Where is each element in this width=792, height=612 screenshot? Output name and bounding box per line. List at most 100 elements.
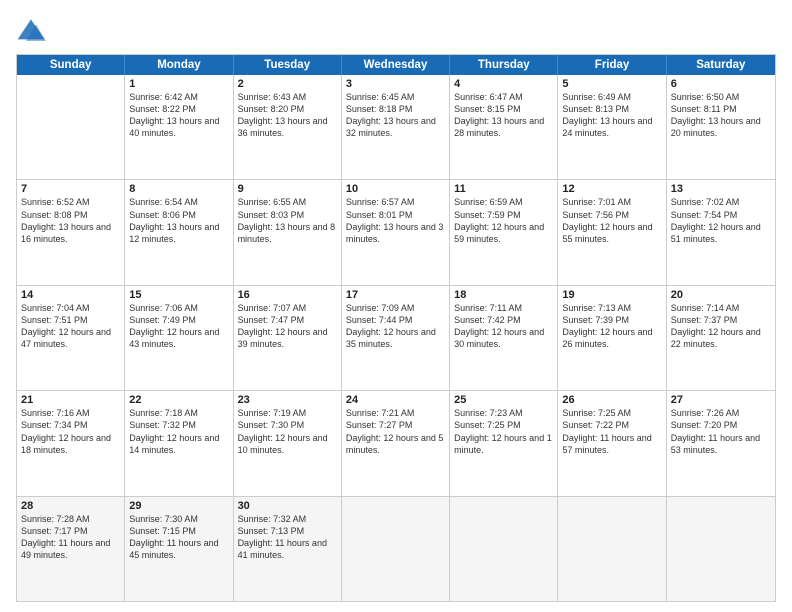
day-number: 9 (238, 183, 337, 195)
calendar-cell-9: 9 Sunrise: 6:55 AMSunset: 8:03 PMDayligh… (234, 180, 342, 284)
header-day-wednesday: Wednesday (342, 55, 450, 75)
day-number: 4 (454, 78, 553, 90)
calendar-cell-24: 24 Sunrise: 7:21 AMSunset: 7:27 PMDaylig… (342, 391, 450, 495)
day-number: 11 (454, 183, 553, 195)
header-day-friday: Friday (558, 55, 666, 75)
cell-info: Sunrise: 7:13 AMSunset: 7:39 PMDaylight:… (562, 302, 661, 351)
cell-info: Sunrise: 6:49 AMSunset: 8:13 PMDaylight:… (562, 91, 661, 140)
day-number: 15 (129, 289, 228, 301)
calendar-row-1: 1 Sunrise: 6:42 AMSunset: 8:22 PMDayligh… (17, 75, 775, 179)
cell-info: Sunrise: 7:14 AMSunset: 7:37 PMDaylight:… (671, 302, 771, 351)
cell-info: Sunrise: 7:07 AMSunset: 7:47 PMDaylight:… (238, 302, 337, 351)
calendar-row-3: 14 Sunrise: 7:04 AMSunset: 7:51 PMDaylig… (17, 285, 775, 390)
calendar-cell-28: 28 Sunrise: 7:28 AMSunset: 7:17 PMDaylig… (17, 497, 125, 601)
calendar-cell-27: 27 Sunrise: 7:26 AMSunset: 7:20 PMDaylig… (667, 391, 775, 495)
cell-info: Sunrise: 7:04 AMSunset: 7:51 PMDaylight:… (21, 302, 120, 351)
calendar-cell-empty-4-3 (342, 497, 450, 601)
cell-info: Sunrise: 6:45 AMSunset: 8:18 PMDaylight:… (346, 91, 445, 140)
header-day-sunday: Sunday (17, 55, 125, 75)
calendar-cell-26: 26 Sunrise: 7:25 AMSunset: 7:22 PMDaylig… (558, 391, 666, 495)
cell-info: Sunrise: 6:54 AMSunset: 8:06 PMDaylight:… (129, 196, 228, 245)
day-number: 12 (562, 183, 661, 195)
calendar-cell-12: 12 Sunrise: 7:01 AMSunset: 7:56 PMDaylig… (558, 180, 666, 284)
cell-info: Sunrise: 7:16 AMSunset: 7:34 PMDaylight:… (21, 407, 120, 456)
cell-info: Sunrise: 7:32 AMSunset: 7:13 PMDaylight:… (238, 513, 337, 562)
day-number: 1 (129, 78, 228, 90)
calendar-cell-22: 22 Sunrise: 7:18 AMSunset: 7:32 PMDaylig… (125, 391, 233, 495)
calendar-cell-18: 18 Sunrise: 7:11 AMSunset: 7:42 PMDaylig… (450, 286, 558, 390)
calendar-body: 1 Sunrise: 6:42 AMSunset: 8:22 PMDayligh… (17, 75, 775, 601)
cell-info: Sunrise: 6:47 AMSunset: 8:15 PMDaylight:… (454, 91, 553, 140)
day-number: 19 (562, 289, 661, 301)
cell-info: Sunrise: 7:30 AMSunset: 7:15 PMDaylight:… (129, 513, 228, 562)
logo (16, 16, 50, 46)
day-number: 28 (21, 500, 120, 512)
cell-info: Sunrise: 6:42 AMSunset: 8:22 PMDaylight:… (129, 91, 228, 140)
day-number: 27 (671, 394, 771, 406)
cell-info: Sunrise: 6:57 AMSunset: 8:01 PMDaylight:… (346, 196, 445, 245)
cell-info: Sunrise: 7:19 AMSunset: 7:30 PMDaylight:… (238, 407, 337, 456)
calendar-cell-10: 10 Sunrise: 6:57 AMSunset: 8:01 PMDaylig… (342, 180, 450, 284)
day-number: 24 (346, 394, 445, 406)
cell-info: Sunrise: 6:50 AMSunset: 8:11 PMDaylight:… (671, 91, 771, 140)
day-number: 7 (21, 183, 120, 195)
calendar-cell-empty-4-5 (558, 497, 666, 601)
header-day-tuesday: Tuesday (234, 55, 342, 75)
calendar-cell-2: 2 Sunrise: 6:43 AMSunset: 8:20 PMDayligh… (234, 75, 342, 179)
cell-info: Sunrise: 6:52 AMSunset: 8:08 PMDaylight:… (21, 196, 120, 245)
calendar-cell-empty-0-0 (17, 75, 125, 179)
cell-info: Sunrise: 7:25 AMSunset: 7:22 PMDaylight:… (562, 407, 661, 456)
logo-icon (16, 16, 46, 46)
day-number: 26 (562, 394, 661, 406)
day-number: 21 (21, 394, 120, 406)
cell-info: Sunrise: 6:55 AMSunset: 8:03 PMDaylight:… (238, 196, 337, 245)
day-number: 5 (562, 78, 661, 90)
header-day-monday: Monday (125, 55, 233, 75)
day-number: 23 (238, 394, 337, 406)
calendar-cell-3: 3 Sunrise: 6:45 AMSunset: 8:18 PMDayligh… (342, 75, 450, 179)
cell-info: Sunrise: 7:28 AMSunset: 7:17 PMDaylight:… (21, 513, 120, 562)
calendar-cell-16: 16 Sunrise: 7:07 AMSunset: 7:47 PMDaylig… (234, 286, 342, 390)
day-number: 3 (346, 78, 445, 90)
cell-info: Sunrise: 7:21 AMSunset: 7:27 PMDaylight:… (346, 407, 445, 456)
day-number: 10 (346, 183, 445, 195)
calendar-cell-4: 4 Sunrise: 6:47 AMSunset: 8:15 PMDayligh… (450, 75, 558, 179)
calendar: SundayMondayTuesdayWednesdayThursdayFrid… (16, 54, 776, 602)
calendar-cell-1: 1 Sunrise: 6:42 AMSunset: 8:22 PMDayligh… (125, 75, 233, 179)
calendar-cell-19: 19 Sunrise: 7:13 AMSunset: 7:39 PMDaylig… (558, 286, 666, 390)
day-number: 17 (346, 289, 445, 301)
calendar-cell-empty-4-4 (450, 497, 558, 601)
day-number: 8 (129, 183, 228, 195)
cell-info: Sunrise: 7:26 AMSunset: 7:20 PMDaylight:… (671, 407, 771, 456)
calendar-cell-25: 25 Sunrise: 7:23 AMSunset: 7:25 PMDaylig… (450, 391, 558, 495)
calendar-cell-17: 17 Sunrise: 7:09 AMSunset: 7:44 PMDaylig… (342, 286, 450, 390)
calendar-cell-15: 15 Sunrise: 7:06 AMSunset: 7:49 PMDaylig… (125, 286, 233, 390)
calendar-header: SundayMondayTuesdayWednesdayThursdayFrid… (17, 55, 775, 75)
day-number: 6 (671, 78, 771, 90)
calendar-cell-13: 13 Sunrise: 7:02 AMSunset: 7:54 PMDaylig… (667, 180, 775, 284)
calendar-cell-30: 30 Sunrise: 7:32 AMSunset: 7:13 PMDaylig… (234, 497, 342, 601)
calendar-cell-29: 29 Sunrise: 7:30 AMSunset: 7:15 PMDaylig… (125, 497, 233, 601)
calendar-cell-5: 5 Sunrise: 6:49 AMSunset: 8:13 PMDayligh… (558, 75, 666, 179)
cell-info: Sunrise: 6:59 AMSunset: 7:59 PMDaylight:… (454, 196, 553, 245)
day-number: 29 (129, 500, 228, 512)
cell-info: Sunrise: 7:06 AMSunset: 7:49 PMDaylight:… (129, 302, 228, 351)
day-number: 18 (454, 289, 553, 301)
cell-info: Sunrise: 7:09 AMSunset: 7:44 PMDaylight:… (346, 302, 445, 351)
calendar-row-4: 21 Sunrise: 7:16 AMSunset: 7:34 PMDaylig… (17, 390, 775, 495)
header-day-thursday: Thursday (450, 55, 558, 75)
day-number: 13 (671, 183, 771, 195)
calendar-cell-8: 8 Sunrise: 6:54 AMSunset: 8:06 PMDayligh… (125, 180, 233, 284)
cell-info: Sunrise: 7:18 AMSunset: 7:32 PMDaylight:… (129, 407, 228, 456)
page-header (16, 16, 776, 46)
day-number: 2 (238, 78, 337, 90)
calendar-cell-21: 21 Sunrise: 7:16 AMSunset: 7:34 PMDaylig… (17, 391, 125, 495)
cell-info: Sunrise: 7:02 AMSunset: 7:54 PMDaylight:… (671, 196, 771, 245)
calendar-cell-7: 7 Sunrise: 6:52 AMSunset: 8:08 PMDayligh… (17, 180, 125, 284)
day-number: 30 (238, 500, 337, 512)
cell-info: Sunrise: 6:43 AMSunset: 8:20 PMDaylight:… (238, 91, 337, 140)
calendar-cell-empty-4-6 (667, 497, 775, 601)
calendar-cell-23: 23 Sunrise: 7:19 AMSunset: 7:30 PMDaylig… (234, 391, 342, 495)
calendar-cell-20: 20 Sunrise: 7:14 AMSunset: 7:37 PMDaylig… (667, 286, 775, 390)
day-number: 25 (454, 394, 553, 406)
